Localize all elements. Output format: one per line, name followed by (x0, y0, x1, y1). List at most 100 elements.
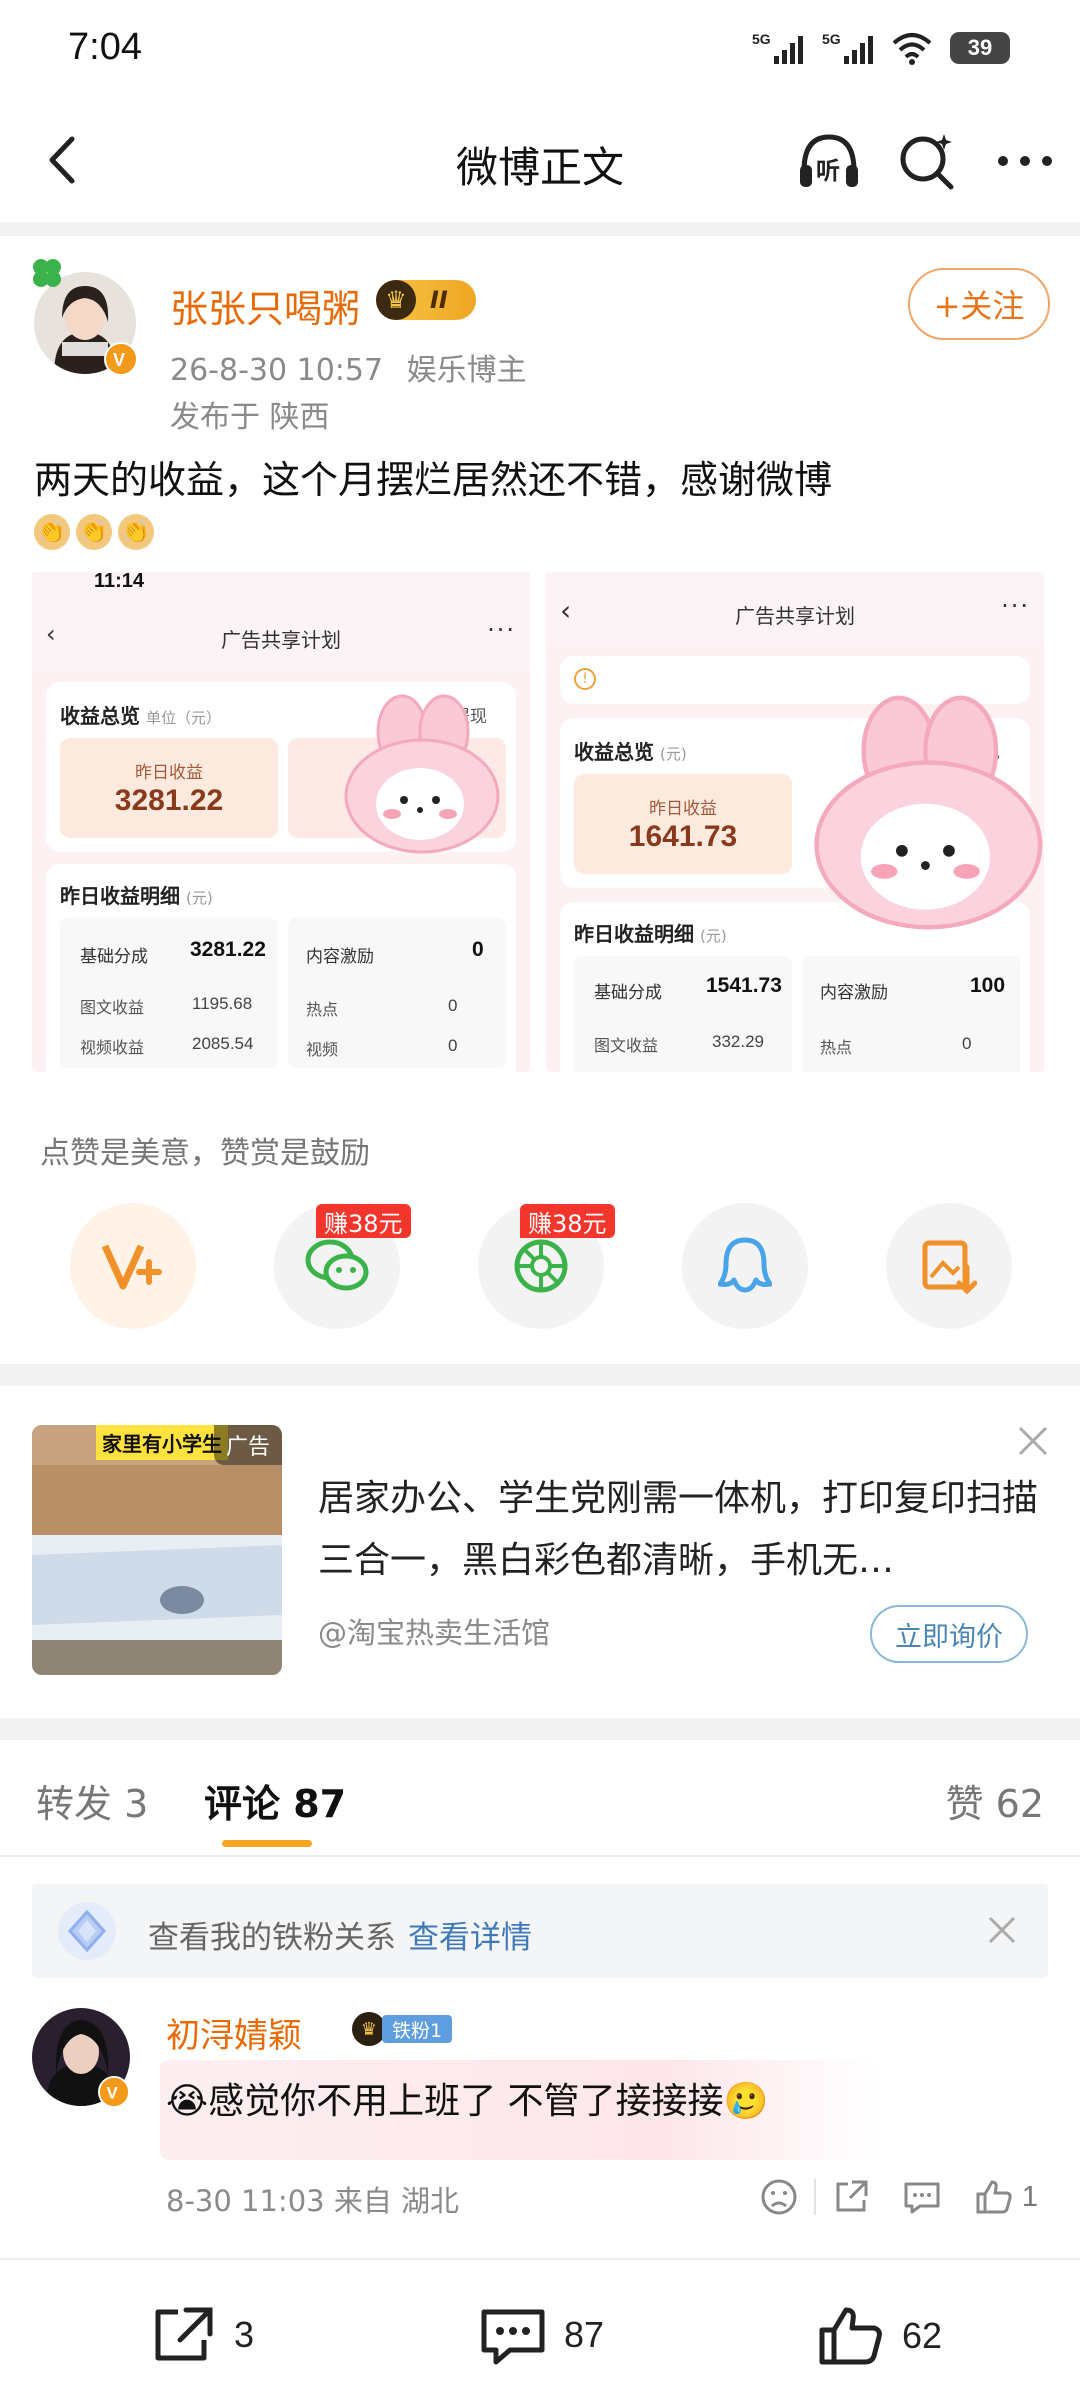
signal-5g-icon: 5G (752, 31, 803, 64)
row-value: 0 (448, 1036, 458, 1055)
save-image-button[interactable] (886, 1203, 1012, 1329)
reward-button[interactable] (70, 1203, 196, 1329)
comment-like-count: 1 (1021, 2180, 1038, 2213)
battery-icon: 39 (950, 32, 1010, 64)
clap-emoji-icon: 👏 (34, 514, 70, 550)
weibo-post-page: 7:04 5G 5G 39 微博正文 听 V 张张只喝粥 ♛ II 26-8-3… (0, 0, 1080, 2400)
reply-button[interactable] (886, 2172, 958, 2222)
overview-label: 收益总览 单位（元） (60, 704, 222, 728)
row-value: 0 (472, 938, 484, 961)
post-emoji-row: 👏 👏 👏 (34, 514, 154, 550)
image-page-title: 广告共享计划 (735, 604, 855, 628)
row-value: 1541.73 (706, 974, 782, 997)
signal-5g-icon-2: 5G (822, 31, 873, 64)
yesterday-amount-card: 昨日收益 1641.73 (574, 774, 792, 874)
post-text: 两天的收益，这个月摆烂居然还不错，感谢微博 (34, 458, 833, 502)
row-label: 内容激励 (820, 983, 888, 1003)
moments-icon (514, 1239, 568, 1293)
svg-text:听: 听 (816, 157, 840, 185)
status-time: 7:04 (68, 26, 142, 68)
row-value: 2085.54 (192, 1034, 254, 1053)
fan-level: 铁粉1 (382, 2015, 453, 2043)
row-value: 0 (448, 996, 458, 1015)
row-value: 3281.22 (190, 938, 266, 961)
comment-text: 😭感觉你不用上班了 不管了接接接🥲 (166, 2081, 769, 2122)
share-qq-button[interactable] (682, 1203, 808, 1329)
repost-count: 3 (234, 2314, 255, 2355)
post-image-2[interactable]: 广告共享计划 ‹ ··· ! 收益总览(元) 提现 昨日收益 1641.73 昨… (546, 572, 1044, 1072)
commenter-name[interactable]: 初浔婧颖 (166, 2008, 302, 2057)
share-icon (155, 2307, 213, 2361)
fans-detail-link[interactable]: 查看详情 (408, 1920, 532, 1956)
vip-badge: ♛ II (376, 280, 476, 320)
crown-icon: ♛ (352, 2012, 386, 2046)
row-label: 基础分成 (594, 983, 662, 1003)
tab-repost[interactable]: 转发 3 (36, 1773, 148, 1828)
bunny-sticker-icon (344, 694, 500, 854)
status-icons: 5G 5G 39 (752, 30, 1010, 66)
comment-count: 87 (564, 2314, 605, 2355)
clap-emoji-icon: 👏 (118, 514, 154, 550)
listen-button[interactable]: 听 (794, 126, 864, 196)
svg-text:5G: 5G (752, 31, 771, 47)
vip-level: II (430, 286, 448, 314)
close-icon[interactable] (1016, 1424, 1050, 1458)
save-image-icon (922, 1240, 977, 1295)
author-name[interactable]: 张张只喝粥 (170, 278, 360, 333)
image-back-icon: ‹ (46, 620, 56, 648)
divider (0, 1364, 1080, 1386)
post-image-1[interactable]: 11:14 广告共享计划 ‹ ··· 收益总览单位（元） 去提现 昨日收益 32… (32, 572, 530, 1072)
qq-icon (718, 1237, 772, 1293)
comment-button[interactable]: 87 (478, 2304, 604, 2366)
post-meta: 26-8-30 10:57 娱乐博主 (170, 345, 527, 389)
ad-tag: 广告 (213, 1425, 282, 1465)
diamond-badge-icon (58, 1902, 116, 1960)
yesterday-amount-card: 昨日收益 3281.22 (60, 738, 278, 838)
comment-share-button[interactable] (816, 2172, 886, 2222)
bunny-sticker-icon (814, 695, 1043, 930)
share-icon (836, 2180, 868, 2212)
image-back-icon: ‹ (560, 594, 572, 627)
row-value: 100 (970, 974, 1006, 997)
svg-text:5G: 5G (822, 31, 841, 47)
divider (0, 1718, 1080, 1740)
iron-fans-strip[interactable]: 查看我的铁粉关系 查看详情 (32, 1884, 1048, 1978)
wifi-icon (892, 33, 932, 65)
like-count: 62 (902, 2315, 943, 2356)
ad-image[interactable]: 家里有小学生 广告 (32, 1425, 282, 1675)
row-label: 视频收益 (80, 1038, 145, 1057)
row-label: 视频 (306, 1040, 339, 1059)
earn-tag-moments: 赚38元 (520, 1204, 615, 1238)
search-sparkle-icon (900, 134, 954, 190)
ad-image-tag: 家里有小学生 (96, 1425, 228, 1460)
tab-comments[interactable]: 评论 87 (204, 1773, 346, 1828)
row-label: 热点 (820, 1038, 853, 1057)
detail-label: 昨日收益明细 (元) (574, 922, 727, 946)
close-icon[interactable] (986, 1914, 1018, 1946)
post-location: 发布于 陕西 (170, 400, 330, 435)
tab-likes[interactable]: 赞 62 (946, 1773, 1044, 1828)
overview-label: 收益总览 (元) (574, 740, 687, 764)
reward-icon (101, 1244, 162, 1290)
like-button[interactable]: 62 (816, 2304, 942, 2368)
thumbs-up-icon (976, 2180, 1012, 2214)
comment-like-button[interactable]: 1 (958, 2172, 1054, 2222)
detail-label: 昨日收益明细 (元) (60, 884, 213, 908)
row-label: 内容激励 (306, 947, 374, 967)
row-label: 图文收益 (80, 998, 145, 1017)
ad-source: @淘宝热卖生活馆 (318, 1616, 551, 1650)
ad-text[interactable]: 居家办公、学生党刚需一体机，打印复印扫描三合一，黑白彩色都清晰，手机无… (318, 1468, 1038, 1592)
more-button[interactable] (990, 126, 1060, 196)
verified-badge-icon: V (104, 342, 138, 376)
follow-button[interactable]: +关注 (908, 268, 1050, 340)
repost-button[interactable]: 3 (150, 2304, 254, 2366)
bottom-action-bar: 3 87 62 (0, 2258, 1080, 2400)
ad-inquire-button[interactable]: 立即询价 (870, 1605, 1028, 1663)
image-page-title: 广告共享计划 (221, 628, 341, 652)
image-more-icon: ··· (487, 616, 516, 644)
search-button[interactable] (892, 126, 962, 196)
row-label: 图文收益 (594, 1036, 659, 1055)
nav-bar: 微博正文 听 (0, 100, 1080, 220)
svg-text:V: V (106, 2084, 118, 2103)
dislike-button[interactable] (744, 2172, 814, 2222)
